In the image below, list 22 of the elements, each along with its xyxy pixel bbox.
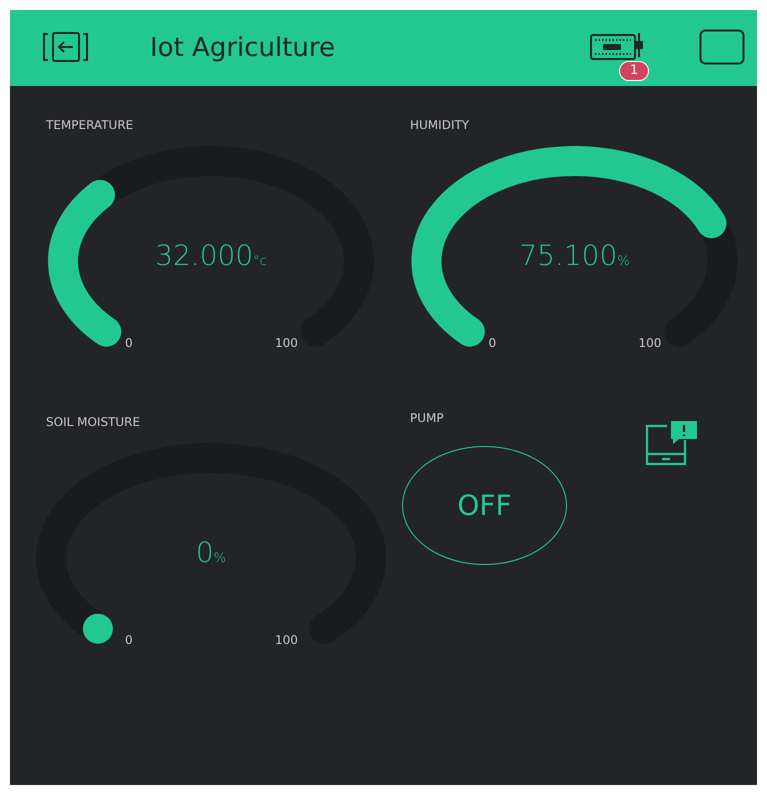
pump-label: PUMP: [410, 411, 444, 425]
gauge-max: 100: [275, 633, 298, 647]
gauge-max: 100: [638, 336, 662, 350]
notification-icon: [645, 418, 699, 466]
gauge-value: 0%: [194, 536, 228, 569]
gauge-min: 0: [125, 633, 133, 647]
gauge-fill: [82, 614, 113, 644]
gauge-min: 0: [125, 336, 133, 350]
notification-badge: 1: [619, 61, 650, 81]
gauge-value: 75.100%: [518, 239, 631, 272]
gauge-label: HUMIDITY: [410, 118, 470, 132]
gauge-min: 0: [488, 336, 496, 350]
device-icon: [589, 33, 645, 60]
gauge-max: 100: [275, 336, 298, 350]
pump-button[interactable]: OFF: [402, 446, 567, 565]
square-button[interactable]: [699, 28, 745, 68]
gauge-label: SOIL MOISTURE: [46, 415, 140, 429]
square-icon: [699, 28, 745, 64]
app-title: Iot Agriculture: [150, 33, 336, 63]
gauge-label: TEMPERATURE: [46, 118, 134, 132]
gauge-value: 32.000°c: [154, 239, 268, 272]
device-button[interactable]: [589, 33, 645, 63]
